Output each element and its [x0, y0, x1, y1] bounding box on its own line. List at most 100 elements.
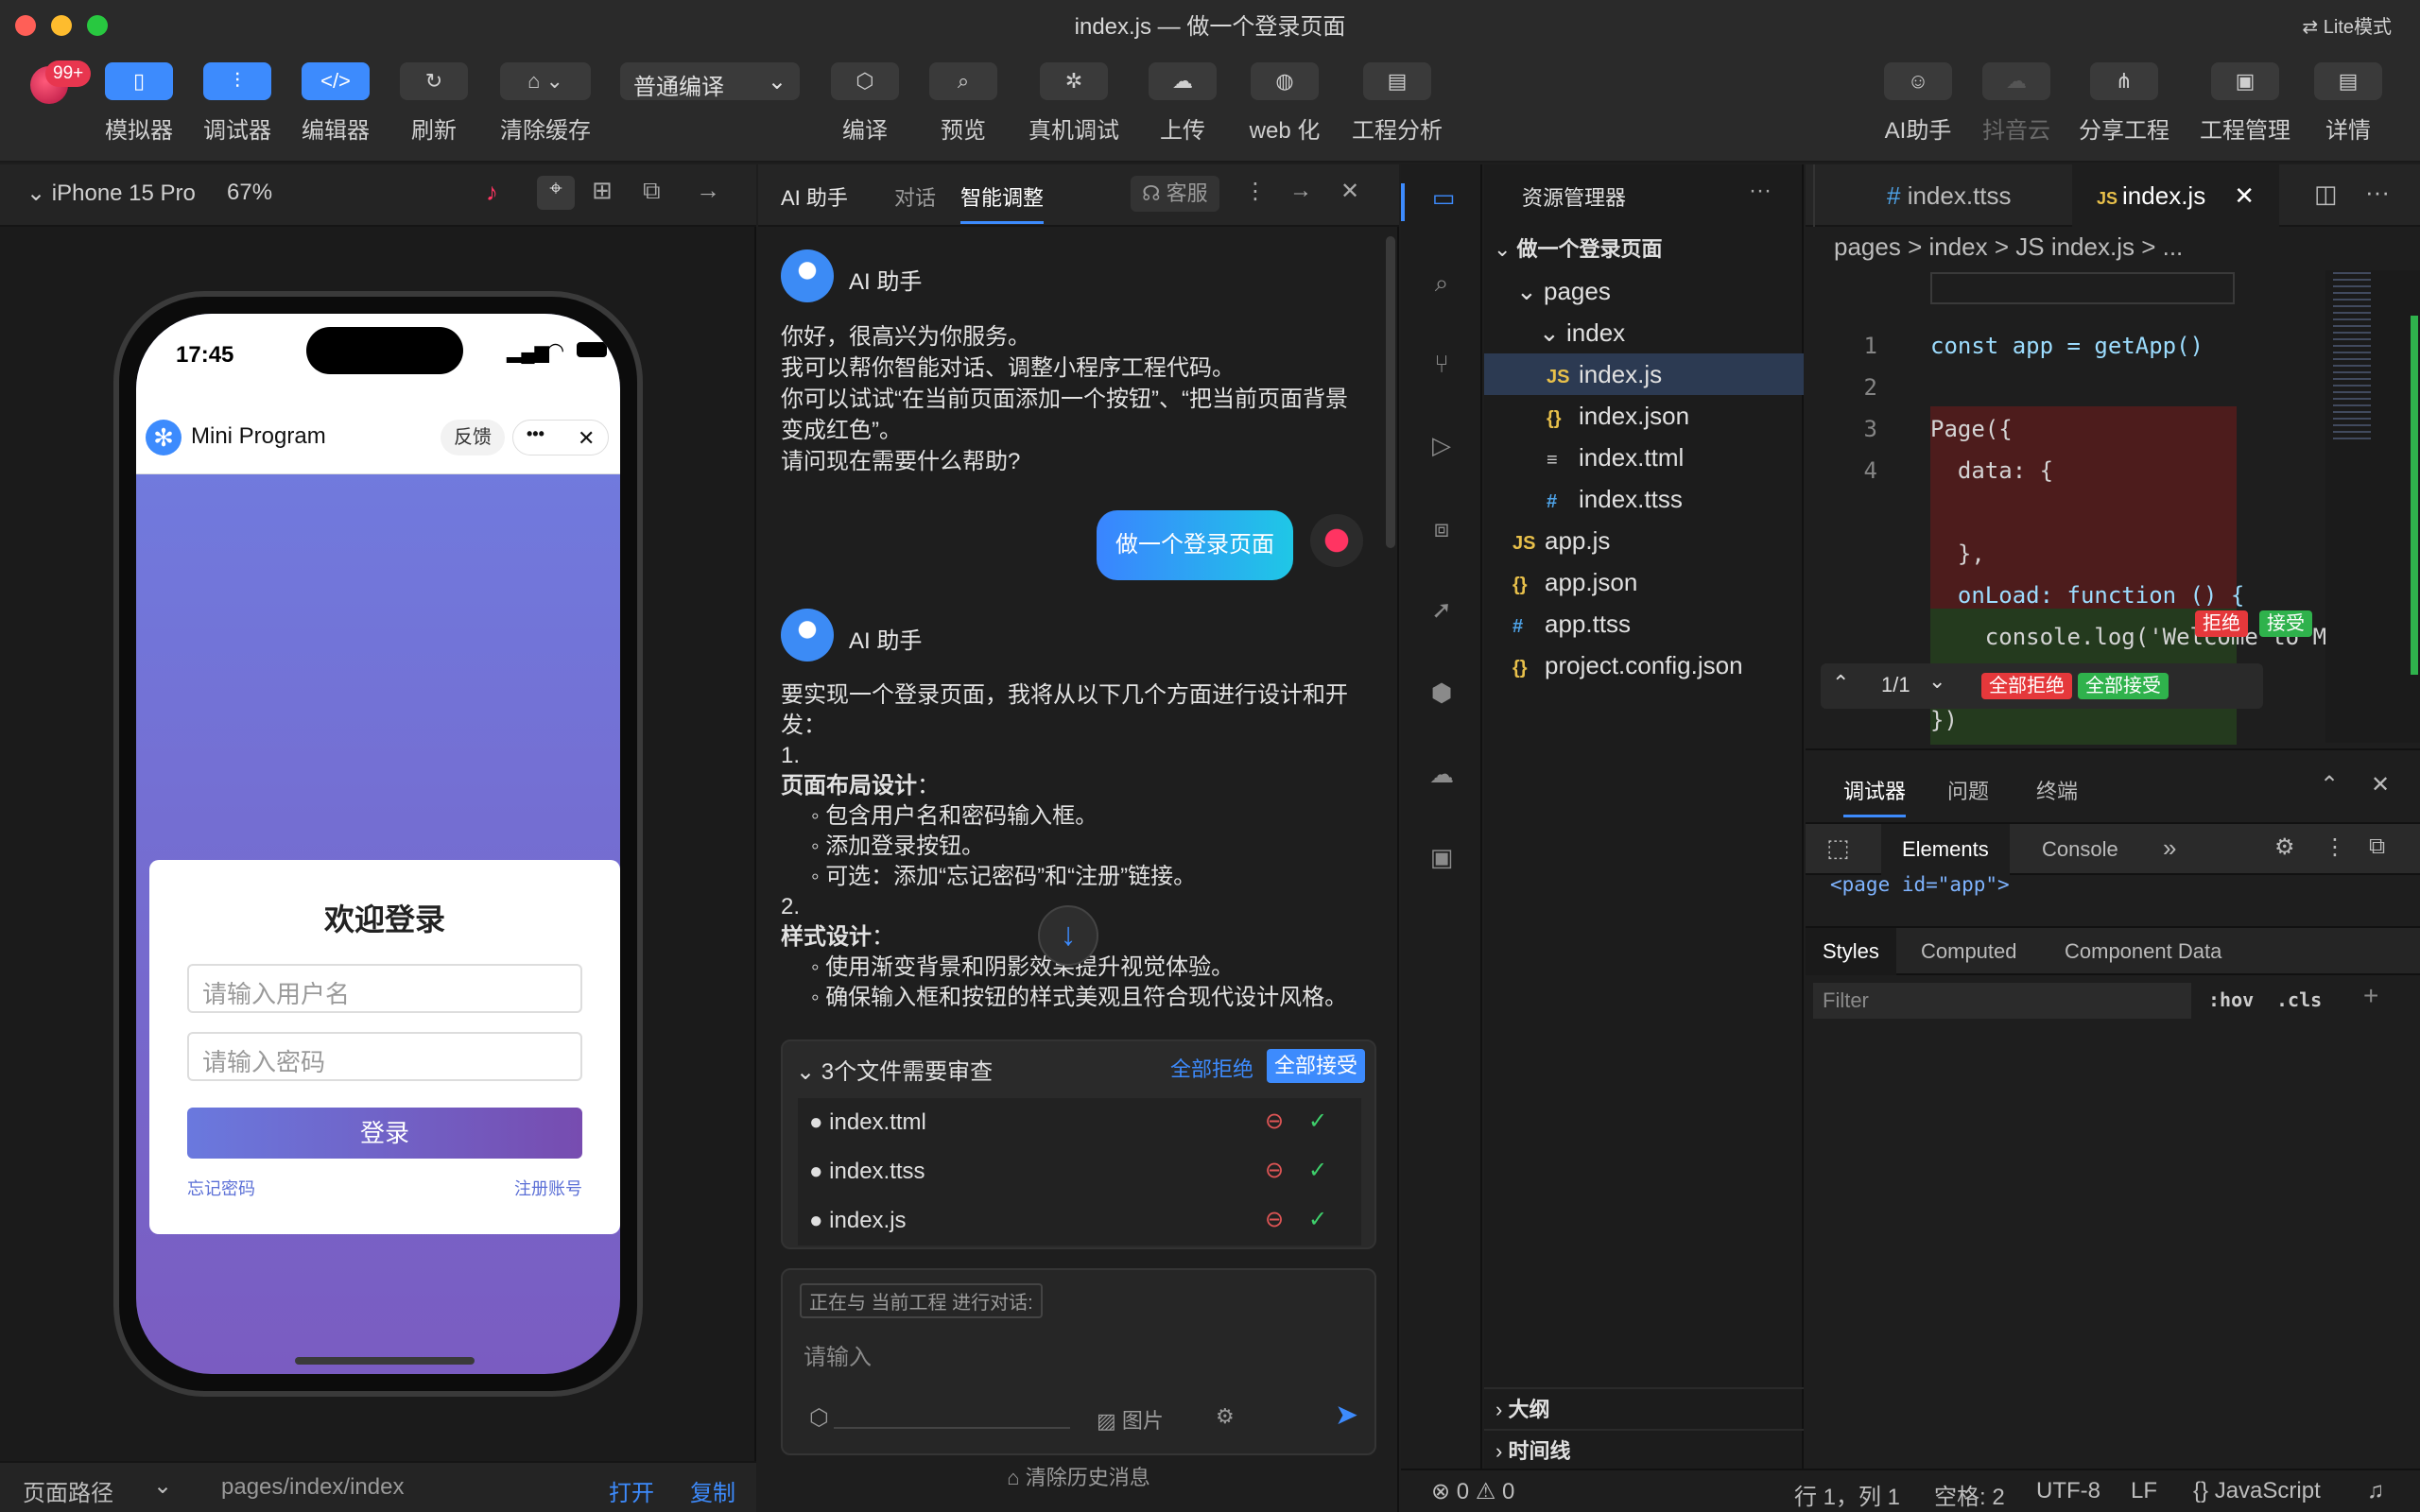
inspect-element-icon[interactable]: ⬚ — [1826, 833, 1850, 863]
collapse-right-icon[interactable]: → — [1289, 178, 1312, 204]
tree-folder-index[interactable]: ⌄ index — [1484, 312, 1804, 353]
details-button[interactable]: ▤ 详情 — [2303, 62, 2394, 145]
tree-file-project-config[interactable]: {} project.config.json — [1484, 644, 1804, 686]
code-line[interactable]: onLoad: function () { — [1930, 582, 2244, 609]
zoom-select[interactable]: 67% — [227, 180, 272, 206]
accept-change-button[interactable]: 接受 — [2259, 610, 2312, 637]
line-ending[interactable]: LF — [2131, 1478, 2157, 1504]
screenshot-icon[interactable]: ⧉ — [643, 176, 661, 206]
split-editor-icon[interactable]: ◫ — [2314, 180, 2338, 209]
reject-change-button[interactable]: 拒绝 — [2195, 610, 2248, 637]
tab-chat[interactable]: 对话 — [894, 181, 936, 212]
accept-all-button[interactable]: 全部接受 — [1267, 1049, 1366, 1083]
cursor-icon[interactable]: ➚ — [1401, 595, 1482, 633]
accept-file-icon[interactable]: ✓ — [1308, 1108, 1327, 1135]
outline-section[interactable]: › 大纲 — [1484, 1387, 1804, 1429]
review-file-name[interactable]: ● index.js — [809, 1208, 907, 1234]
tab-problems[interactable]: 问题 — [1947, 775, 1989, 805]
code-line[interactable]: data: { — [1930, 457, 2053, 484]
code-line[interactable]: Page({ — [1930, 416, 2013, 442]
tab-component-data[interactable]: Component Data — [2065, 939, 2221, 964]
cls-toggle[interactable]: .cls — [2276, 988, 2322, 1011]
tab-styles[interactable]: Styles — [1806, 928, 1896, 975]
code-line[interactable]: const app = getApp() — [1930, 333, 2204, 359]
cursor-position[interactable]: 行 1，列 1 — [1794, 1478, 1900, 1511]
source-control-icon[interactable]: ⑂ — [1401, 350, 1482, 387]
tree-file-app-ttss[interactable]: # app.ttss — [1484, 603, 1804, 644]
compile-button[interactable]: ⬡ 编译 — [813, 62, 917, 145]
model-icon[interactable]: ⬡ — [809, 1404, 829, 1432]
notifications-bell-icon[interactable]: ♫ — [2367, 1478, 2384, 1504]
compile-mode-select[interactable]: 普通编译 ⌄ — [620, 62, 800, 100]
tab-computed[interactable]: Computed — [1921, 939, 2017, 964]
more-vertical-icon[interactable]: ⋮ — [1244, 178, 1267, 205]
accept-file-icon[interactable]: ✓ — [1308, 1157, 1327, 1184]
review-file-name[interactable]: ● index.ttml — [809, 1109, 926, 1136]
more-icon[interactable]: ••• — [527, 424, 544, 444]
explorer-more-icon[interactable]: ··· — [1749, 178, 1772, 204]
device-debug-button[interactable]: ✲ 真机调试 — [1021, 62, 1127, 145]
package-icon[interactable]: ⬢ — [1401, 679, 1482, 716]
review-toggle[interactable]: ⌄ 3个文件需要审查 — [796, 1053, 993, 1086]
lite-mode-toggle[interactable]: ⇄ Lite模式 — [2302, 11, 2392, 39]
tree-folder-pages[interactable]: ⌄ pages — [1484, 270, 1804, 312]
search-icon[interactable]: ⌕ — [1401, 268, 1482, 306]
explorer-icon[interactable]: ▭ — [1401, 183, 1482, 221]
hov-toggle[interactable]: :hov — [2208, 988, 2254, 1011]
reject-file-icon[interactable]: ⊖ — [1265, 1157, 1284, 1184]
refresh-button[interactable]: ↻ 刷新 — [382, 62, 486, 145]
more-vertical-icon[interactable]: ⋮ — [2324, 833, 2346, 861]
chevron-up-icon[interactable]: ⌃ — [2320, 771, 2339, 799]
tab-elements[interactable]: Elements — [1881, 824, 2010, 875]
simulator-toggle-button[interactable]: ▯ 模拟器 — [87, 62, 191, 145]
send-icon[interactable]: ➤ — [1335, 1399, 1358, 1432]
detach-icon[interactable]: → — [696, 176, 720, 205]
image-button[interactable]: ▨ 图片 — [1097, 1404, 1164, 1435]
code-line[interactable]: }) — [1930, 707, 1958, 733]
tree-file-app-js[interactable]: JS app.js — [1484, 520, 1804, 561]
accept-all-changes-button[interactable]: 全部接受 — [2078, 673, 2169, 699]
tab-console[interactable]: Console — [2042, 837, 2118, 862]
tree-file-index-json[interactable]: {} index.json — [1484, 395, 1804, 437]
device-select[interactable]: ⌄ iPhone 15 Pro — [26, 180, 196, 207]
accept-file-icon[interactable]: ✓ — [1308, 1206, 1327, 1233]
web-button[interactable]: ◍ web 化 — [1233, 62, 1337, 145]
clear-cache-button[interactable]: ⌂ ⌄ 清除缓存 — [493, 62, 597, 145]
more-tabs-icon[interactable]: » — [2163, 833, 2176, 863]
breadcrumb[interactable]: pages > index > JS index.js > ... — [1834, 232, 2183, 262]
tab-debugger[interactable]: 调试器 — [1843, 775, 1907, 817]
styles-filter-input[interactable]: Filter — [1813, 983, 2191, 1019]
chart-icon[interactable]: ▣ — [1401, 843, 1482, 881]
context-chip[interactable]: 正在与 当前工程 进行对话: — [800, 1283, 1043, 1318]
close-tab-icon[interactable]: ✕ — [2234, 181, 2255, 210]
tree-file-index-ttss[interactable]: # index.ttss — [1484, 478, 1804, 520]
tab-terminal[interactable]: 终端 — [2036, 775, 2078, 805]
clear-history-button[interactable]: ⌂ 清除历史消息 — [758, 1461, 1399, 1491]
tree-file-index-js[interactable]: JS index.js — [1484, 353, 1804, 395]
run-debug-icon[interactable]: ▷ — [1401, 431, 1482, 469]
indentation[interactable]: 空格: 2 — [1934, 1478, 2005, 1511]
username-input[interactable]: 请输入用户名 — [187, 964, 582, 1013]
preview-button[interactable]: ⌕ 预览 — [911, 62, 1015, 145]
add-style-rule-icon[interactable]: + — [2363, 981, 2378, 1011]
douyin-cloud-button[interactable]: ☁ 抖音云 — [1964, 62, 2068, 145]
register-link[interactable]: 注册账号 — [514, 1176, 582, 1200]
ai-helper-button[interactable]: ☺ AI助手 — [1866, 62, 1970, 145]
dom-node-page[interactable]: <page id="app"> — [1830, 873, 2010, 896]
reject-file-icon[interactable]: ⊖ — [1265, 1108, 1284, 1135]
tree-file-index-ttml[interactable]: ≡ index.ttml — [1484, 437, 1804, 478]
scroll-down-button[interactable]: ↓ — [1038, 905, 1098, 966]
tree-file-app-json[interactable]: {} app.json — [1484, 561, 1804, 603]
dock-icon[interactable]: ⧉ — [2369, 833, 2385, 860]
reject-file-icon[interactable]: ⊖ — [1265, 1206, 1284, 1233]
debugger-toggle-button[interactable]: ⫶ 调试器 — [185, 62, 289, 145]
editor-toggle-button[interactable]: </> 编辑器 — [284, 62, 388, 145]
chevron-down-icon[interactable]: ⌄ — [1928, 669, 1945, 694]
chevron-down-icon[interactable]: ⌄ — [153, 1472, 172, 1500]
chat-scrollbar[interactable] — [1386, 236, 1395, 548]
review-file-name[interactable]: ● index.ttss — [809, 1159, 925, 1185]
settings-icon[interactable]: ⚙ — [1216, 1404, 1235, 1429]
login-button[interactable]: 登录 — [187, 1108, 582, 1159]
douyin-icon[interactable]: ♪ — [486, 178, 498, 207]
extensions-icon[interactable]: ⧈ — [1401, 514, 1482, 552]
